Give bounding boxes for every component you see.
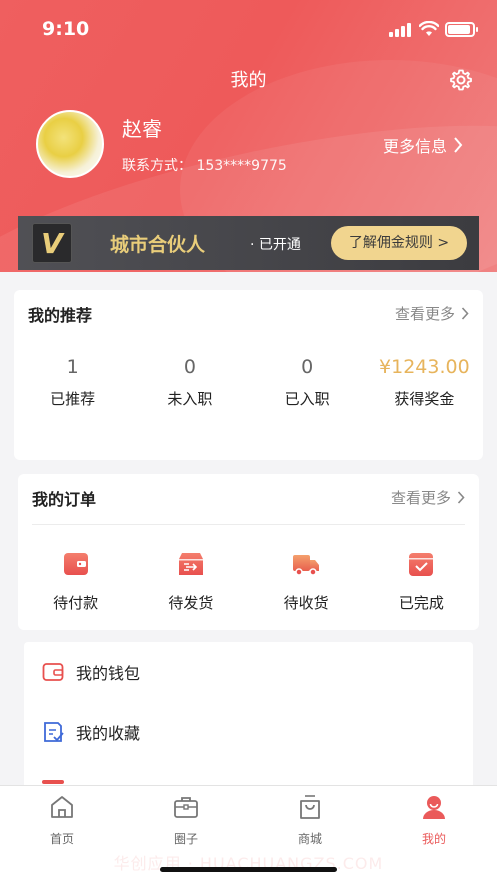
partial-menu-icon xyxy=(42,780,64,784)
commission-rules-button[interactable]: 了解佣金规则 > xyxy=(331,226,467,260)
recommend-card: 我的推荐 查看更多 1 已推荐 0 未入职 0 已入职 ¥1243.00 获得奖… xyxy=(14,290,483,460)
stat-not-onboarded[interactable]: 0 未入职 xyxy=(131,356,248,409)
order-pending-payment[interactable]: 待付款 xyxy=(18,550,133,613)
stat-value: 0 xyxy=(301,356,314,378)
recommend-title: 我的推荐 xyxy=(28,306,93,325)
order-to-ship[interactable]: 待发货 xyxy=(133,550,248,613)
home-indicator[interactable] xyxy=(160,867,337,872)
chevron-right-icon xyxy=(457,491,465,504)
wifi-icon xyxy=(419,21,439,36)
see-more-label: 查看更多 xyxy=(394,305,455,323)
stat-label: 未入职 xyxy=(167,390,213,408)
profile-header: 9:10 我的 赵睿 联系方式： 153****9775 更多信息 V 城市合伙… xyxy=(0,0,497,272)
order-to-receive[interactable]: 待收货 xyxy=(249,550,364,613)
order-status-label: 待付款 xyxy=(53,594,99,612)
profile-icon xyxy=(423,796,445,819)
city-partner-banner[interactable]: V 城市合伙人 · 已开通 了解佣金规则 > xyxy=(18,216,479,270)
orders-see-more-link[interactable]: 查看更多 xyxy=(391,487,465,508)
menu-item-favorites[interactable]: 我的收藏 xyxy=(24,702,473,762)
recommend-card-header: 我的推荐 查看更多 xyxy=(14,290,483,336)
tab-home[interactable]: 首页 xyxy=(22,794,102,847)
order-status-row: 待付款 待发货 待收货 已完成 xyxy=(18,550,479,613)
stat-bonus[interactable]: ¥1243.00 获得奖金 xyxy=(366,356,483,409)
completed-check-icon xyxy=(409,553,434,576)
cellular-signal-icon xyxy=(389,23,411,37)
wallet-card-icon xyxy=(63,553,88,575)
menu-item-label: 我的钱包 xyxy=(76,664,141,683)
tab-mine[interactable]: 我的 xyxy=(394,794,474,847)
stat-recommended[interactable]: 1 已推荐 xyxy=(14,356,131,409)
delivery-truck-icon xyxy=(293,555,320,576)
order-status-label: 待发货 xyxy=(168,594,214,612)
orders-title: 我的订单 xyxy=(32,490,97,509)
settings-gear-icon[interactable] xyxy=(449,68,473,92)
shopping-bag-icon xyxy=(300,795,320,819)
menu-item-wallet[interactable]: 我的钱包 xyxy=(24,642,473,702)
stat-value: 1 xyxy=(66,356,79,378)
stat-label: 获得奖金 xyxy=(394,390,455,408)
wallet-icon xyxy=(42,663,64,681)
circle-briefcase-icon xyxy=(174,797,198,818)
home-icon xyxy=(51,796,73,818)
tab-label: 首页 xyxy=(49,832,74,846)
recommend-stats: 1 已推荐 0 未入职 0 已入职 ¥1243.00 获得奖金 xyxy=(14,356,483,409)
stat-onboarded[interactable]: 0 已入职 xyxy=(249,356,366,409)
order-status-label: 已完成 xyxy=(398,594,444,612)
more-info-link[interactable]: 更多信息 xyxy=(383,133,463,157)
tab-mall[interactable]: 商城 xyxy=(270,794,350,847)
stat-label: 已推荐 xyxy=(50,390,96,408)
menu-item-label: 我的收藏 xyxy=(76,724,141,743)
stat-value: ¥1243.00 xyxy=(379,356,470,378)
stat-label: 已入职 xyxy=(284,390,330,408)
menu-list: 我的钱包 我的收藏 xyxy=(24,642,473,792)
v-logo-icon: V xyxy=(32,223,72,263)
tab-circle[interactable]: 圈子 xyxy=(146,794,226,847)
stat-value: 0 xyxy=(183,356,196,378)
more-info-label: 更多信息 xyxy=(382,137,447,156)
avatar[interactable] xyxy=(36,110,104,178)
tab-label: 我的 xyxy=(421,832,446,846)
divider xyxy=(32,524,465,525)
page-title: 我的 xyxy=(230,70,267,91)
contact-info: 联系方式： 153****9775 xyxy=(122,158,287,174)
tab-label: 圈子 xyxy=(173,832,198,846)
see-more-label: 查看更多 xyxy=(390,489,451,507)
status-bar: 9:10 xyxy=(0,18,497,42)
favorites-icon xyxy=(44,722,64,742)
partner-title: 城市合伙人 xyxy=(110,234,206,256)
shipping-box-icon xyxy=(178,553,203,575)
partner-status: · 已开通 xyxy=(250,237,301,253)
orders-card-header: 我的订单 查看更多 xyxy=(18,474,479,520)
recommend-see-more-link[interactable]: 查看更多 xyxy=(395,303,469,324)
chevron-right-icon xyxy=(461,307,469,320)
order-completed[interactable]: 已完成 xyxy=(364,550,479,613)
status-time: 9:10 xyxy=(42,18,90,40)
order-status-label: 待收货 xyxy=(283,594,329,612)
orders-card: 我的订单 查看更多 待付款 待发货 待收货 已完成 xyxy=(18,474,479,630)
battery-icon xyxy=(445,22,478,37)
user-name: 赵睿 xyxy=(122,117,162,141)
chevron-right-icon xyxy=(454,137,463,153)
tab-label: 商城 xyxy=(297,832,322,846)
